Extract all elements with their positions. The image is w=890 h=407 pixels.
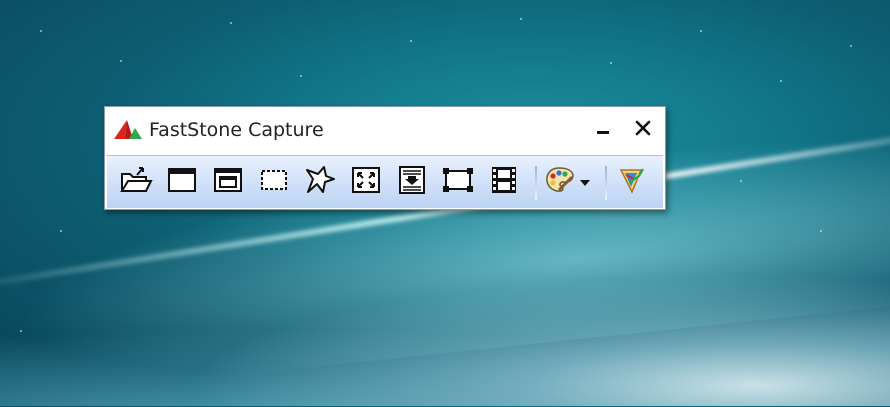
capture-fullscreen-icon xyxy=(351,166,381,198)
output-editor-palette-icon xyxy=(544,165,576,199)
screen-recorder-icon xyxy=(489,165,519,199)
faststone-capture-window: FastStone Capture xyxy=(104,106,666,210)
capture-window-object-button[interactable] xyxy=(211,166,245,198)
title-bar[interactable]: FastStone Capture xyxy=(105,107,665,153)
capture-freehand-icon xyxy=(304,165,336,199)
dropdown-arrow-icon xyxy=(579,173,591,192)
capture-window-object-icon xyxy=(213,166,243,198)
minimize-button[interactable] xyxy=(589,117,617,143)
output-dropdown-button[interactable] xyxy=(577,166,593,198)
window-title: FastStone Capture xyxy=(149,119,324,141)
faststone-logo-icon xyxy=(113,117,143,141)
toolbar-separator xyxy=(535,166,537,200)
capture-active-window-icon xyxy=(167,166,197,198)
output-editor-button[interactable] xyxy=(543,166,577,198)
capture-freehand-button[interactable] xyxy=(303,166,337,198)
capture-toolbar xyxy=(107,155,663,208)
settings-button[interactable] xyxy=(615,166,649,198)
toolbar-separator xyxy=(605,166,607,200)
settings-icon xyxy=(617,165,647,199)
screen-recorder-button[interactable] xyxy=(487,166,521,198)
open-file-button[interactable] xyxy=(119,166,153,198)
capture-active-window-button[interactable] xyxy=(165,166,199,198)
capture-scrolling-icon xyxy=(397,165,427,199)
capture-rectangle-icon xyxy=(259,166,289,198)
capture-fixed-region-icon xyxy=(442,166,474,198)
minimize-icon xyxy=(595,120,611,140)
close-icon xyxy=(634,119,652,141)
open-folder-icon xyxy=(119,165,153,199)
close-button[interactable] xyxy=(629,117,657,143)
capture-rectangle-button[interactable] xyxy=(257,166,291,198)
capture-scrolling-window-button[interactable] xyxy=(395,166,429,198)
capture-fixed-region-button[interactable] xyxy=(441,166,475,198)
capture-fullscreen-button[interactable] xyxy=(349,166,383,198)
